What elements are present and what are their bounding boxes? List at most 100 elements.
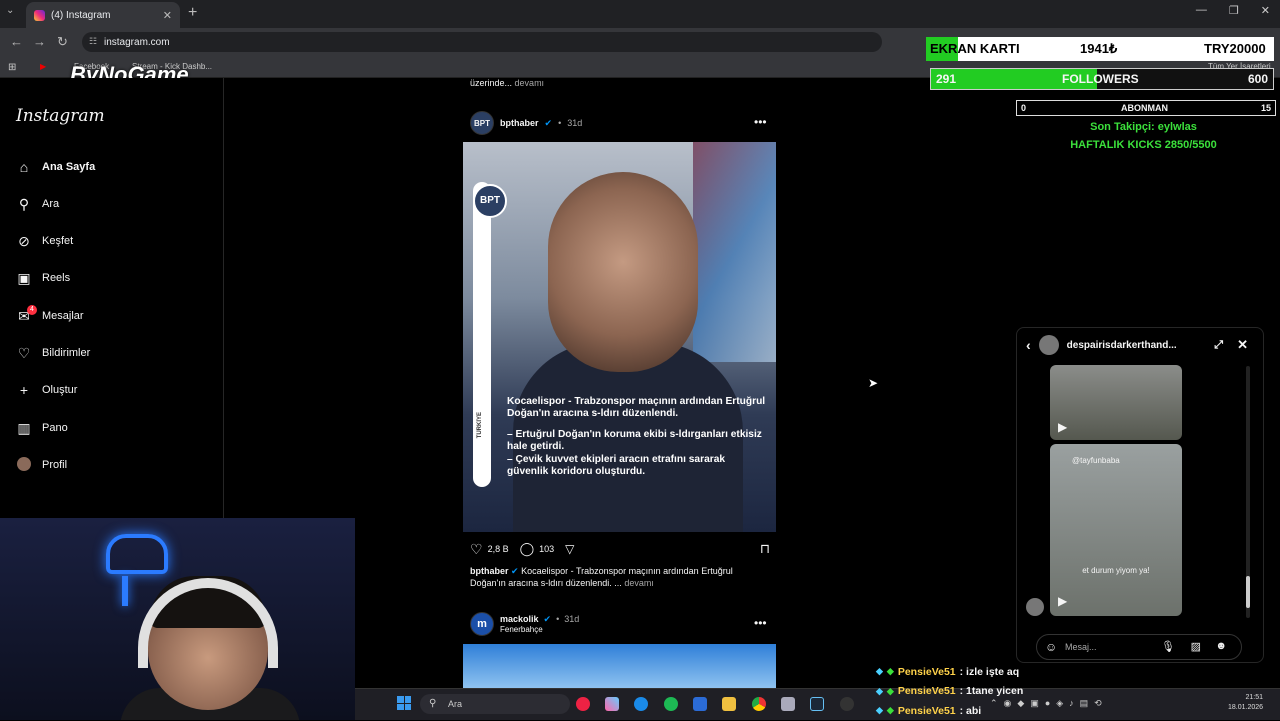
more-link[interactable]: devamı	[624, 578, 654, 588]
share-icon[interactable]: ▽	[565, 542, 574, 556]
nav-messages[interactable]: ✉ 4 Mesajlar	[16, 304, 84, 326]
time: 21:51	[1245, 694, 1264, 701]
edge-icon[interactable]	[634, 697, 648, 711]
chat-user: PensieVe51	[897, 665, 956, 678]
forward-icon[interactable]: →	[33, 34, 46, 49]
address-bar[interactable]: ☷ instagram.com	[82, 32, 882, 52]
emoji-icon[interactable]: ☺	[1045, 640, 1057, 654]
tab-close-icon[interactable]: ✕	[163, 9, 172, 22]
maximize-icon[interactable]: ❐	[1229, 4, 1239, 17]
shared-reel[interactable]: ▶	[1050, 365, 1182, 440]
nav-label: Keşfet	[42, 235, 74, 247]
comment-icon[interactable]: ◯	[520, 541, 535, 557]
sub-badge-icon: ◆	[886, 666, 894, 677]
store-icon[interactable]	[693, 697, 707, 711]
file-explorer-icon[interactable]	[722, 697, 736, 711]
avatar	[1026, 598, 1044, 616]
chrome-icon[interactable]	[752, 697, 766, 711]
post-image[interactable]: BPT TÜRKİYE Kocaelispor - Trabzonspor ma…	[463, 142, 776, 532]
message-input[interactable]: ☺ Mesaj... 🎙 ▨ ☻	[1036, 634, 1242, 660]
webcam-feed	[0, 518, 355, 720]
nav-reels[interactable]: ▣ Reels	[16, 268, 70, 288]
avatar[interactable]: BPT	[470, 111, 494, 135]
microphone-icon[interactable]: 🎙	[1161, 640, 1175, 653]
like-icon[interactable]: ♡	[470, 541, 483, 558]
nav-dashboard[interactable]: ▥ Pano	[16, 418, 68, 438]
close-window-icon[interactable]: ✕	[1261, 4, 1270, 17]
followers-current: 291	[936, 72, 957, 86]
post-username[interactable]: mackolik	[500, 614, 539, 625]
chat-user: PensieVe51	[897, 685, 956, 698]
close-icon[interactable]: ✕	[1237, 337, 1248, 353]
image-icon[interactable]: ▨	[1191, 640, 1201, 653]
windows-start-icon[interactable]	[397, 696, 411, 710]
window-controls: — ❐ ✕	[1196, 4, 1270, 17]
sticker-icon[interactable]: ☻	[1215, 640, 1227, 652]
expand-icon[interactable]: ⤢	[1214, 339, 1223, 352]
spotify-icon[interactable]	[664, 697, 678, 711]
background-stripe	[693, 142, 776, 362]
subscriber-bar: 0 ABONMAN 15	[1016, 100, 1276, 116]
nav-label: Pano	[42, 422, 68, 434]
nav-notifications[interactable]: ♡ Bildirimler	[16, 343, 91, 363]
minimize-icon[interactable]: —	[1196, 4, 1207, 17]
last-follower: Son Takipçi: eylwlas	[1090, 121, 1197, 133]
chat-message: ◆ ◆ PensieVe51 : abi	[876, 701, 1023, 721]
neon-light	[122, 576, 128, 606]
obs-icon[interactable]	[840, 697, 854, 711]
more-options-icon[interactable]: •••	[754, 115, 767, 129]
nav-label: Ana Sayfa	[42, 161, 96, 173]
taskbar-clock[interactable]: 21:51 18.01.2026	[1228, 693, 1263, 713]
back-icon[interactable]: ←	[10, 34, 23, 49]
youtube-icon[interactable]: ▶	[40, 62, 46, 71]
nav-search[interactable]: ⚲ Ara	[16, 194, 59, 214]
nav-create[interactable]: + Oluştur	[16, 380, 78, 400]
nav-explore[interactable]: ⊘ Keşfet	[16, 231, 73, 251]
save-icon[interactable]: ⊓	[760, 541, 770, 557]
reload-icon[interactable]: ↻	[57, 34, 68, 50]
nav-home[interactable]: ⌂ Ana Sayfa	[16, 157, 95, 177]
sub-badge-icon: ◆	[886, 705, 894, 716]
post-image-text: Kocaelispor - Trabzonspor maçının ardınd…	[507, 396, 769, 487]
avatar[interactable]: m	[470, 612, 494, 636]
nav-label: Mesajlar	[42, 310, 84, 322]
site-info-icon[interactable]: ☷	[89, 36, 97, 47]
shared-reel[interactable]: @tayfunbaba et durum yiyom ya! ▶	[1050, 444, 1182, 616]
chat-username[interactable]: despairisdarkerthand...	[1067, 340, 1177, 351]
post-username[interactable]: bpthaber	[500, 118, 539, 128]
caption-username[interactable]: bpthaber	[470, 566, 509, 576]
subscriber-current: 0	[1021, 103, 1027, 113]
nav-profile[interactable]: Profil	[16, 455, 67, 475]
reel-caption: et durum yiyom ya!	[1082, 566, 1150, 575]
image-bullet: – Çevik kuvvet ekipleri aracın etrafını …	[507, 453, 726, 478]
goal-card-target: TRY20000	[1204, 41, 1266, 56]
more-link[interactable]: devamı	[515, 78, 545, 88]
nav-label: Bildirimler	[42, 347, 91, 359]
instagram-favicon-icon	[34, 9, 45, 21]
browser-tab[interactable]: (4) Instagram ✕	[26, 2, 180, 28]
post-header: m mackolik ✔ • 31d Fenerbahçe	[470, 612, 579, 636]
new-tab-button[interactable]: +	[188, 4, 197, 22]
instagram-logo[interactable]: Instagram	[16, 106, 105, 126]
post-time[interactable]: 31d	[564, 614, 579, 625]
nav-label: Oluştur	[42, 384, 78, 396]
post-time[interactable]: 31d	[567, 118, 582, 128]
chat-scrollbar[interactable]	[1246, 366, 1250, 618]
post-subtitle[interactable]: Fenerbahçe	[500, 625, 579, 634]
copilot-icon[interactable]	[605, 697, 619, 711]
tab-search-icon[interactable]: ⌄	[6, 5, 14, 16]
avatar[interactable]	[1038, 335, 1059, 355]
back-icon[interactable]: ‹	[1026, 337, 1031, 353]
heart-icon: ♡	[17, 344, 31, 361]
taskbar-search[interactable]: ⚲ Ara	[420, 694, 570, 714]
caption-text: Kocaelispor - Trabzonspor maçının ardınd…	[470, 566, 733, 588]
settings-icon[interactable]	[781, 697, 795, 711]
post-image[interactable]	[463, 644, 776, 688]
plus-icon: +	[19, 382, 29, 398]
more-options-icon[interactable]: •••	[754, 616, 767, 630]
messenger-icon: ✉ 4	[16, 304, 37, 325]
scrollbar-thumb[interactable]	[1246, 576, 1250, 608]
app-icon[interactable]	[576, 697, 590, 711]
steam-icon[interactable]	[810, 697, 824, 711]
apps-icon[interactable]: ⊞	[8, 62, 16, 73]
